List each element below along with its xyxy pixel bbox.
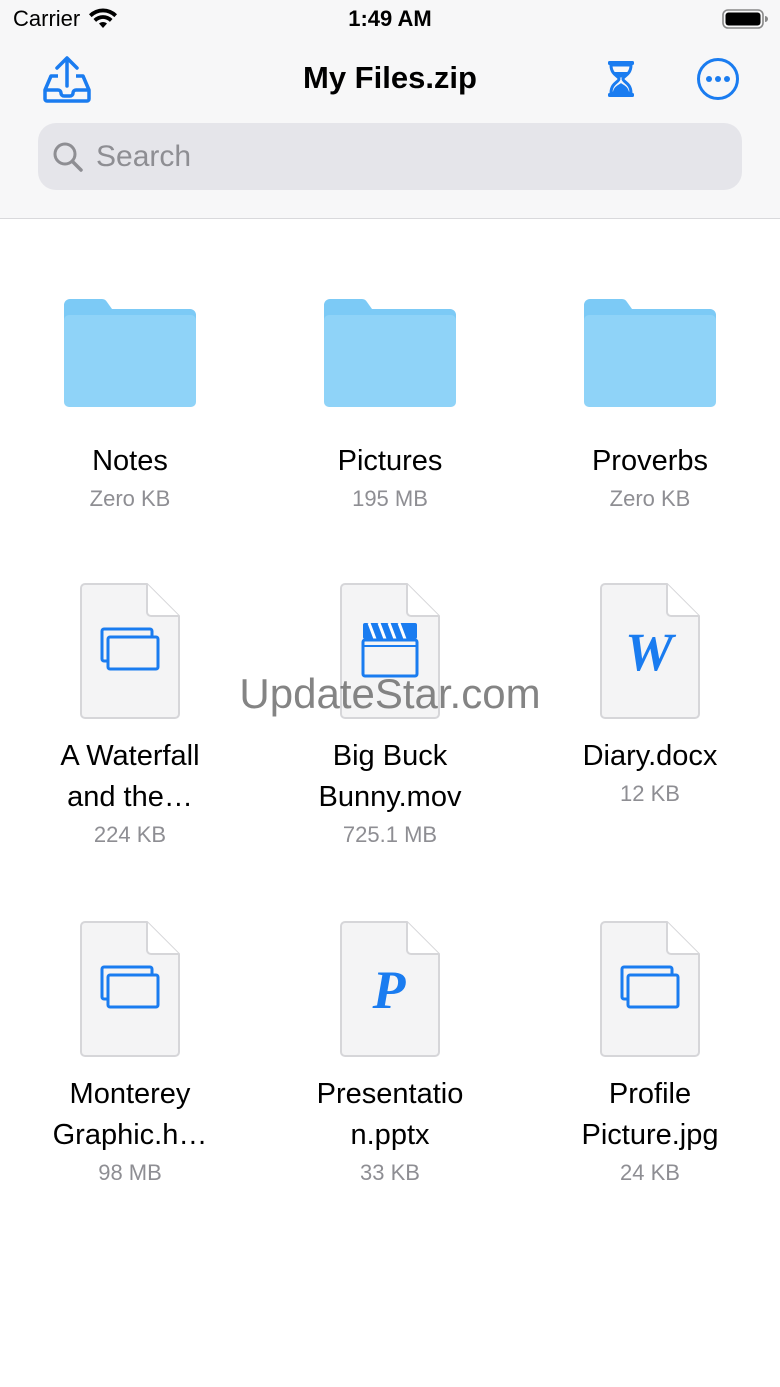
history-button[interactable]	[600, 50, 642, 108]
file-name: Pictures	[337, 445, 443, 477]
file-size: 725.1 MB	[342, 822, 438, 847]
file-name: Notes	[92, 445, 168, 477]
file-name: Diary.docx	[582, 740, 718, 772]
file-name: Proverbs	[591, 445, 709, 477]
search-icon	[53, 142, 83, 172]
upload-button[interactable]	[38, 50, 96, 108]
powerpoint-document-icon: P	[340, 921, 440, 1057]
file-size: 24 KB	[620, 1160, 680, 1185]
file-size: Zero KB	[609, 486, 691, 511]
more-options-button[interactable]	[694, 50, 742, 108]
file-size: 195 MB	[352, 486, 428, 511]
file-name-line2: and the…	[67, 781, 193, 813]
folder-icon	[64, 299, 196, 407]
file-name-line1: Big Buck	[332, 740, 448, 772]
file-name-line1: Profile	[608, 1078, 692, 1110]
file-name-line2: Picture.jpg	[581, 1119, 719, 1151]
file-name-line1: Monterey	[69, 1078, 191, 1110]
header-area: Carrier 1:49 AM My Files.zip	[0, 0, 780, 219]
file-item-monterey[interactable]: Monterey Graphic.h… 98 MB	[10, 920, 250, 1188]
folder-icon	[324, 299, 456, 407]
search-input[interactable]	[96, 139, 696, 174]
file-item-waterfall[interactable]: A Waterfall and the… 224 KB	[10, 582, 250, 850]
file-name-line2: Graphic.h…	[52, 1119, 208, 1151]
video-file-icon	[340, 583, 440, 719]
image-file-icon	[80, 583, 180, 719]
image-file-icon	[80, 921, 180, 1057]
svg-text:P: P	[372, 960, 407, 1020]
file-name-line2: n.pptx	[350, 1119, 430, 1151]
upload-tray-icon	[43, 56, 91, 103]
image-file-icon	[600, 921, 700, 1057]
navigation-bar: My Files.zip	[0, 50, 780, 110]
folder-icon	[584, 299, 716, 407]
more-ellipsis-icon	[697, 58, 739, 100]
file-name-line1: Presentatio	[316, 1078, 464, 1110]
file-item-presentation[interactable]: P Presentatio n.pptx 33 KB	[270, 920, 510, 1188]
word-document-icon: W	[600, 583, 700, 719]
file-item-profile-picture[interactable]: Profile Picture.jpg 24 KB	[530, 920, 770, 1188]
battery-icon	[722, 9, 768, 29]
hourglass-icon	[608, 61, 634, 97]
file-item-big-buck-bunny[interactable]: Big Buck Bunny.mov 725.1 MB	[270, 582, 510, 850]
file-size: 98 MB	[98, 1160, 162, 1185]
file-size: 224 KB	[93, 822, 167, 847]
file-name-line1: A Waterfall	[60, 740, 200, 772]
svg-text:W: W	[625, 622, 677, 682]
file-item-notes[interactable]: Notes Zero KB	[10, 297, 250, 514]
file-size: Zero KB	[89, 486, 171, 511]
file-size: 12 KB	[620, 781, 680, 806]
file-name-line2: Bunny.mov	[318, 781, 462, 813]
status-time: 1:49 AM	[348, 6, 432, 31]
file-item-diary[interactable]: W Diary.docx 12 KB	[530, 582, 770, 809]
page-title: My Files.zip	[303, 60, 477, 95]
status-bar: Carrier 1:49 AM	[0, 0, 780, 40]
file-item-proverbs[interactable]: Proverbs Zero KB	[530, 297, 770, 514]
search-bar[interactable]	[38, 123, 742, 190]
file-size: 33 KB	[360, 1160, 420, 1185]
file-item-pictures[interactable]: Pictures 195 MB	[270, 297, 510, 514]
